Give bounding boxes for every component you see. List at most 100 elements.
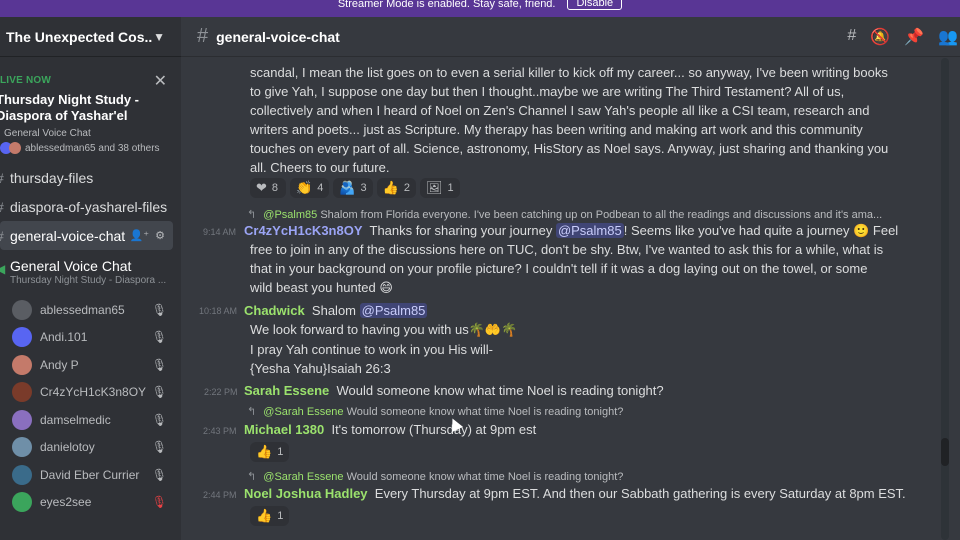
reaction-bar: 👍 1 bbox=[250, 442, 290, 462]
threads-icon[interactable]: # bbox=[847, 27, 856, 47]
message-line: writers and poets... just as Scripture. … bbox=[250, 122, 863, 137]
member-name: eyes2see bbox=[40, 495, 92, 510]
message-text: ! Seems like you've had quite a journey … bbox=[623, 223, 899, 238]
member-name: Cr4zYcH1cK3n8OY bbox=[40, 385, 147, 400]
timestamp: 10:18 AM bbox=[199, 306, 238, 316]
reply-preview[interactable]: ↰ @Psalm85 Shalom from Florida everyone.… bbox=[247, 208, 882, 221]
voice-member[interactable]: ablessedman65 🎙 bbox=[0, 296, 181, 324]
muted-mic-icon: 🎙 bbox=[151, 302, 167, 317]
reaction-thumbs-up[interactable]: 👍 1 bbox=[250, 442, 290, 462]
voice-member[interactable]: eyes2see 🎙 bbox=[0, 489, 181, 517]
message-text: Thanks for sharing your journey bbox=[369, 223, 553, 238]
live-users: ablessedman65 and 38 others bbox=[0, 142, 181, 154]
reply-preview[interactable]: ↰ @Sarah Essene Would someone know what … bbox=[247, 470, 623, 483]
message-list: scandal, I mean the list goes on to even… bbox=[181, 58, 941, 540]
reaction[interactable]: ❤ 8 bbox=[250, 178, 286, 198]
member-name: ablessedman65 bbox=[40, 302, 125, 317]
gear-icon[interactable]: ⚙ bbox=[155, 229, 165, 242]
avatar bbox=[12, 409, 32, 430]
reaction-count: 8 bbox=[271, 182, 279, 194]
streamer-mode-banner: Streamer Mode is enabled. Stay safe, fri… bbox=[0, 0, 960, 17]
timestamp: 9:14 AM bbox=[203, 227, 237, 237]
reaction-emoji-icon: 🖼 bbox=[425, 180, 443, 195]
voice-member[interactable]: Andy P 🎙 bbox=[0, 351, 181, 379]
reply-preview[interactable]: ↰ @Sarah Essene Would someone know what … bbox=[247, 405, 623, 418]
chat-channel-name: general-voice-chat bbox=[216, 28, 340, 45]
disable-button[interactable]: Disable bbox=[567, 0, 623, 10]
notification-bell-icon[interactable]: 🔕 bbox=[870, 27, 890, 47]
hash-icon: # bbox=[197, 25, 209, 47]
message-line: that in your background on your profile … bbox=[250, 261, 868, 276]
close-icon[interactable]: ✕ bbox=[154, 71, 167, 91]
reaction[interactable]: 👍 2 bbox=[376, 178, 416, 198]
reply-text: Shalom from Florida everyone. I've been … bbox=[320, 209, 883, 221]
mention[interactable]: @Psalm85 bbox=[555, 223, 624, 238]
mention[interactable]: @Psalm85 bbox=[359, 303, 428, 318]
channel-general-voice-chat[interactable]: # general-voice-chat 👤⁺ ⚙ bbox=[0, 221, 173, 250]
chevron-down-icon: ▼ bbox=[153, 29, 165, 44]
message-line: We look forward to having you with us🌴🤲🌴 bbox=[250, 322, 518, 337]
voice-member[interactable]: Andi.101 🎙 bbox=[0, 324, 181, 352]
message-line: Sarah Essene Would someone know what tim… bbox=[244, 381, 664, 400]
chat-header: # general-voice-chat # 🔕 📌 👥 bbox=[181, 17, 960, 57]
muted-mic-icon: 🎙 bbox=[151, 467, 167, 482]
message-author[interactable]: Noel Joshua Hadley bbox=[244, 486, 368, 501]
channel-diaspora-files[interactable]: # diaspora-of-yasharel-files bbox=[0, 192, 181, 221]
speaker-icon: ◀ bbox=[0, 262, 6, 276]
avatar bbox=[12, 299, 32, 320]
reaction-count: 1 bbox=[277, 510, 284, 522]
message-line: {Yesha Yahu}Isaiah 26:3 bbox=[250, 361, 391, 376]
add-member-icon[interactable]: 👤⁺ bbox=[130, 229, 150, 242]
scrollbar[interactable] bbox=[941, 58, 949, 540]
channel-name: general-voice-chat bbox=[10, 227, 126, 244]
voice-channel[interactable]: ◀ General Voice Chat Thursday Night Stud… bbox=[0, 250, 181, 296]
reaction[interactable]: 🫂 3 bbox=[333, 178, 373, 198]
timestamp: 2:22 PM bbox=[204, 387, 238, 397]
reaction-count: 1 bbox=[277, 446, 284, 458]
message-line: Noel Joshua Hadley Every Thursday at 9pm… bbox=[244, 484, 906, 503]
voice-member[interactable]: danielotoy 🎙 bbox=[0, 434, 181, 462]
reply-text: Would someone know what time Noel is rea… bbox=[346, 471, 624, 483]
voice-member[interactable]: Cr4zYcH1cK3n8OY 🎙 bbox=[0, 379, 181, 407]
channel-thursday-files[interactable]: # thursday-files bbox=[0, 163, 181, 192]
muted-mic-icon: 🎙 bbox=[151, 357, 167, 372]
reaction-bar: ❤ 8 👏 4 🫂 3 👍 2 🖼 1 bbox=[250, 178, 460, 198]
reply-arrow-icon: ↰ bbox=[247, 209, 257, 221]
message-author[interactable]: Sarah Essene bbox=[244, 383, 329, 398]
message-text: It's tomorrow (Thursday) at 9pm est bbox=[331, 422, 537, 437]
live-now-panel: LIVE NOW ✕ Thursday Night Study - Diaspo… bbox=[0, 57, 181, 163]
scrollbar-thumb[interactable] bbox=[941, 438, 949, 466]
member-name: danielotoy bbox=[40, 440, 95, 455]
member-list-icon[interactable]: 👥 bbox=[938, 27, 958, 47]
message-author[interactable]: Michael 1380 bbox=[244, 422, 324, 437]
channel-sidebar: The Unexpected Cos... ▼ LIVE NOW ✕ Thurs… bbox=[0, 17, 181, 540]
pin-icon[interactable]: 📌 bbox=[904, 27, 924, 47]
voice-channel-name: General Voice Chat bbox=[10, 258, 132, 274]
reaction-emoji-icon: ❤ bbox=[256, 180, 267, 195]
voice-channel-status: Thursday Night Study - Diaspora ... bbox=[10, 275, 167, 286]
member-name: Andi.101 bbox=[40, 330, 88, 345]
reaction[interactable]: 👏 4 bbox=[290, 178, 330, 198]
message-line: to give Yah, I suppose one day but then … bbox=[250, 84, 845, 99]
voice-member[interactable]: David Eber Currier 🎙 bbox=[0, 461, 181, 489]
member-name: damselmedic bbox=[40, 412, 111, 427]
banner-message: Streamer Mode is enabled. Stay safe, fri… bbox=[337, 0, 556, 10]
reply-text: Would someone know what time Noel is rea… bbox=[346, 406, 624, 418]
message-line: Michael 1380 It's tomorrow (Thursday) at… bbox=[244, 420, 536, 439]
voice-member[interactable]: damselmedic 🎙 bbox=[0, 406, 181, 434]
message-text: Every Thursday at 9pm EST. And then our … bbox=[374, 486, 906, 501]
reaction-thumbs-up[interactable]: 👍 1 bbox=[250, 506, 290, 526]
live-event-title[interactable]: Thursday Night Study - Diaspora of Yasha… bbox=[0, 92, 181, 124]
reaction[interactable]: 🖼 1 bbox=[419, 178, 460, 198]
reply-arrow-icon: ↰ bbox=[247, 406, 257, 418]
server-header[interactable]: The Unexpected Cos... ▼ bbox=[0, 17, 181, 57]
message-author[interactable]: Chadwick bbox=[244, 303, 305, 318]
live-users-text: ablessedman65 and 38 others bbox=[25, 142, 160, 154]
muted-mic-icon: 🎙 bbox=[151, 440, 167, 455]
message-line: touches on every part of all. Science, a… bbox=[250, 141, 889, 156]
avatar bbox=[12, 437, 32, 458]
message-author[interactable]: Cr4zYcH1cK3n8OY bbox=[244, 223, 363, 238]
reaction-count: 4 bbox=[317, 182, 324, 194]
message-text: Shalom bbox=[311, 303, 356, 318]
live-title-line2: Diaspora of Yashar'el bbox=[0, 108, 128, 123]
